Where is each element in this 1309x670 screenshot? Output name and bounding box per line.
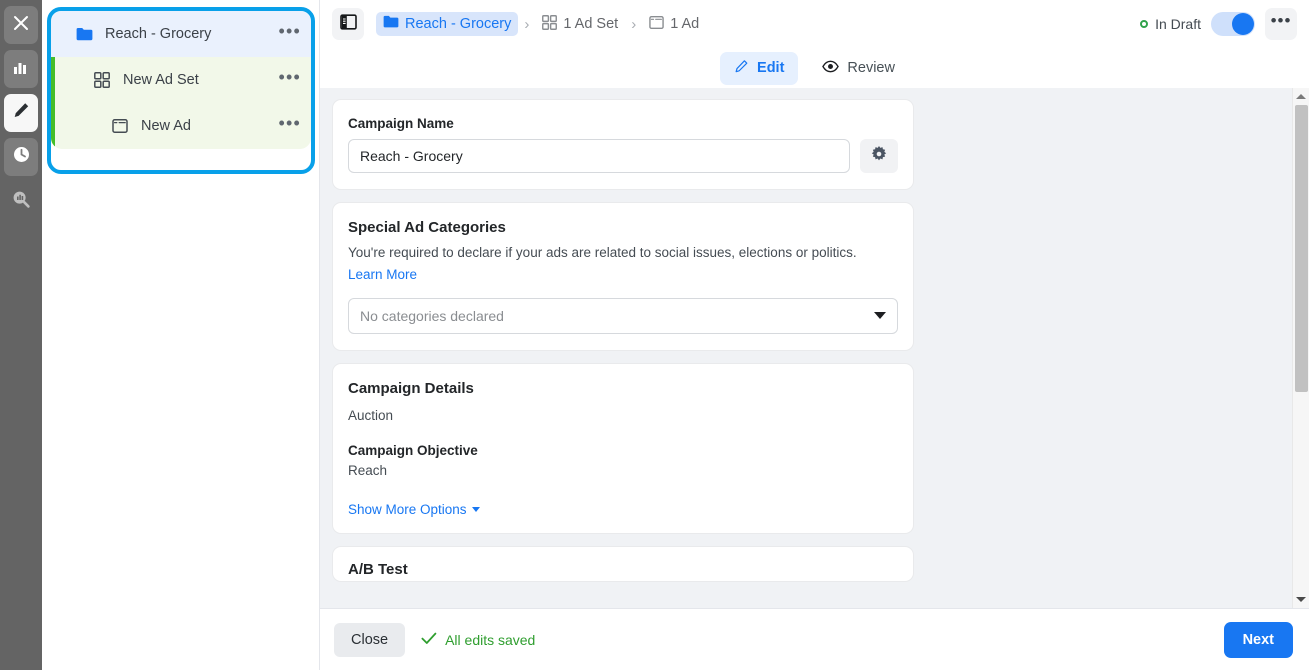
- campaign-tree: Reach - Grocery ••• New Ad Set: [51, 11, 311, 149]
- close-button[interactable]: Close: [334, 623, 405, 657]
- caret-down-icon: [1296, 597, 1306, 602]
- breadcrumb-label: 1 Ad Set: [563, 16, 618, 32]
- top-bar: Reach - Grocery › 1 Ad Set ›: [320, 0, 1309, 48]
- breadcrumb: Reach - Grocery › 1 Ad Set ›: [376, 12, 706, 37]
- panel-toggle-button[interactable]: [332, 8, 364, 40]
- close-icon: [12, 14, 30, 37]
- campaign-name-input[interactable]: Reach - Grocery: [348, 139, 850, 173]
- breadcrumb-separator: ›: [629, 16, 638, 33]
- pencil-icon: [734, 59, 749, 78]
- campaign-tree-panel: Reach - Grocery ••• New Ad Set: [42, 0, 320, 670]
- edit-review-tabs: Edit Review: [320, 48, 1309, 88]
- ad-window-icon: [649, 15, 664, 34]
- ab-test-card: A/B Test: [332, 546, 914, 582]
- history-button[interactable]: [4, 138, 38, 176]
- close-button[interactable]: [4, 6, 38, 44]
- clock-icon: [12, 145, 31, 169]
- row-accent: [51, 57, 55, 103]
- campaign-objective-value: Reach: [348, 463, 898, 478]
- edit-tool-button[interactable]: [4, 94, 38, 132]
- breadcrumb-label: 1 Ad: [670, 16, 699, 32]
- panel-toggle-icon: [340, 14, 357, 35]
- tab-label: Edit: [757, 60, 784, 76]
- tree-item-adset[interactable]: New Ad Set •••: [51, 57, 311, 103]
- status-dot-icon: [1140, 20, 1148, 28]
- inspect-button[interactable]: [4, 182, 38, 220]
- status-label: In Draft: [1155, 16, 1201, 32]
- row-accent: [51, 103, 55, 149]
- buying-type-value: Auction: [348, 408, 898, 423]
- campaign-name-settings-button[interactable]: [860, 139, 898, 173]
- special-ad-categories-select[interactable]: No categories declared: [348, 298, 898, 334]
- save-status: All edits saved: [421, 632, 535, 648]
- grid-icon: [542, 15, 557, 34]
- scrollbar-thumb[interactable]: [1295, 105, 1308, 392]
- special-ad-categories-card: Special Ad Categories You're required to…: [332, 202, 914, 351]
- tab-label: Review: [847, 60, 895, 76]
- show-more-options-button[interactable]: Show More Options: [348, 502, 898, 517]
- main-column: Reach - Grocery › 1 Ad Set ›: [320, 0, 1309, 670]
- next-button[interactable]: Next: [1224, 622, 1293, 658]
- tree-item-campaign[interactable]: Reach - Grocery •••: [51, 11, 311, 57]
- scroll-up-button[interactable]: [1293, 88, 1309, 105]
- breadcrumb-campaign[interactable]: Reach - Grocery: [376, 12, 518, 36]
- caret-down-icon: [472, 507, 480, 512]
- status-badge: In Draft: [1140, 16, 1201, 32]
- scrollbar-track[interactable]: [1293, 105, 1309, 591]
- special-ad-categories-description: You're required to declare if your ads a…: [348, 243, 898, 263]
- campaign-objective-label: Campaign Objective: [348, 443, 898, 458]
- campaign-form: Campaign Name Reach - Grocery: [320, 88, 1292, 608]
- left-icon-rail: [0, 0, 42, 670]
- campaign-row-menu-button[interactable]: •••: [278, 26, 301, 42]
- special-ad-categories-title: Special Ad Categories: [348, 219, 898, 236]
- checkmark-icon: [421, 632, 437, 648]
- tree-item-label: New Ad Set: [123, 72, 199, 88]
- breadcrumb-separator: ›: [522, 16, 531, 33]
- campaign-details-title: Campaign Details: [348, 380, 898, 397]
- breadcrumb-adset[interactable]: 1 Ad Set: [535, 12, 625, 37]
- campaign-name-label: Campaign Name: [348, 116, 898, 131]
- eye-icon: [822, 60, 839, 77]
- breadcrumb-label: Reach - Grocery: [405, 16, 511, 32]
- more-options-button[interactable]: •••: [1265, 8, 1297, 40]
- bar-chart-icon: [12, 58, 30, 81]
- scroll-down-button[interactable]: [1293, 591, 1309, 608]
- tab-edit[interactable]: Edit: [720, 52, 798, 85]
- folder-icon: [73, 27, 95, 42]
- chevron-down-icon: [874, 312, 886, 319]
- grid-icon: [91, 72, 113, 88]
- campaign-details-card: Campaign Details Auction Campaign Object…: [332, 363, 914, 534]
- show-more-options-label: Show More Options: [348, 502, 467, 517]
- tree-item-label: New Ad: [141, 118, 191, 134]
- top-bar-right: In Draft •••: [1140, 8, 1297, 40]
- pencil-icon: [12, 101, 31, 125]
- vertical-scrollbar[interactable]: [1292, 88, 1309, 608]
- special-ad-categories-placeholder: No categories declared: [360, 308, 504, 324]
- adset-row-menu-button[interactable]: •••: [278, 72, 301, 88]
- tree-item-label: Reach - Grocery: [105, 26, 211, 42]
- ad-window-icon: [109, 118, 131, 134]
- campaign-form-scroll-area: Campaign Name Reach - Grocery: [320, 88, 1309, 608]
- ab-test-title: A/B Test: [348, 561, 898, 578]
- ad-row-menu-button[interactable]: •••: [278, 118, 301, 134]
- toggle-knob: [1232, 13, 1254, 35]
- caret-up-icon: [1296, 94, 1306, 99]
- breadcrumb-ad[interactable]: 1 Ad: [642, 12, 706, 37]
- gear-icon: [871, 146, 887, 167]
- row-accent: [51, 11, 55, 57]
- campaign-name-card: Campaign Name Reach - Grocery: [332, 99, 914, 190]
- tree-item-ad[interactable]: New Ad •••: [51, 103, 311, 149]
- analytics-button[interactable]: [4, 50, 38, 88]
- tab-review[interactable]: Review: [808, 53, 909, 84]
- footer-bar: Close All edits saved Next: [320, 608, 1309, 670]
- ads-manager-window: Reach - Grocery ••• New Ad Set: [0, 0, 1309, 670]
- learn-more-link[interactable]: Learn More: [348, 267, 417, 282]
- folder-icon: [383, 15, 399, 33]
- chart-search-icon: [11, 189, 31, 214]
- save-status-label: All edits saved: [445, 632, 535, 648]
- campaign-active-toggle[interactable]: [1211, 12, 1255, 36]
